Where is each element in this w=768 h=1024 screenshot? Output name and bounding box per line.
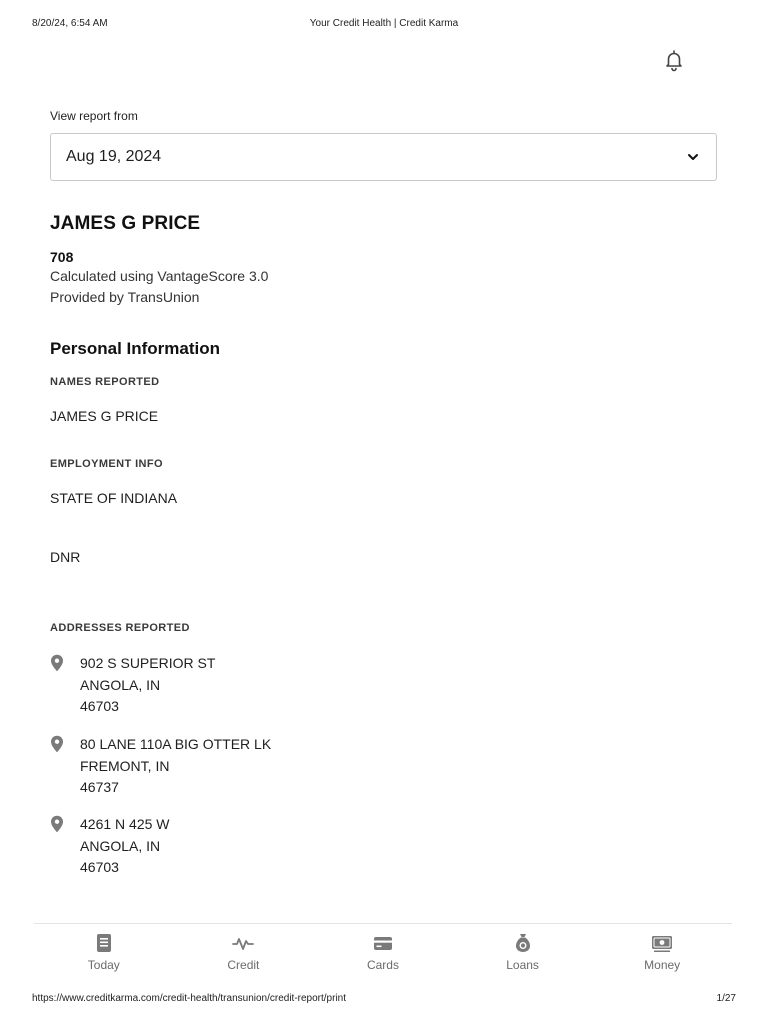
nav-label: Loans bbox=[506, 958, 539, 972]
employment-info-header: EMPLOYMENT INFO bbox=[50, 458, 163, 470]
nav-divider bbox=[34, 923, 732, 924]
cards-icon bbox=[373, 937, 392, 950]
nav-item-cards[interactable]: Cards bbox=[313, 932, 453, 982]
reported-name: JAMES G PRICE bbox=[50, 408, 159, 424]
view-report-label: View report from bbox=[50, 109, 138, 123]
notification-bell-icon[interactable] bbox=[662, 48, 686, 72]
names-reported-header: NAMES REPORTED bbox=[50, 376, 160, 388]
bottom-nav: Today Credit Cards Loans Money bbox=[34, 932, 732, 982]
location-pin-icon bbox=[51, 735, 63, 753]
address-item: 4261 N 425 W ANGOLA, IN 46703 bbox=[50, 814, 170, 879]
print-page-number: 1/27 bbox=[716, 993, 736, 1004]
address-item: 80 LANE 110A BIG OTTER LK FREMONT, IN 46… bbox=[50, 734, 271, 799]
nav-label: Credit bbox=[227, 958, 260, 972]
location-pin-icon bbox=[51, 815, 63, 833]
print-url: https://www.creditkarma.com/credit-healt… bbox=[32, 993, 347, 1004]
address-item: 902 S SUPERIOR ST ANGOLA, IN 46703 bbox=[50, 653, 215, 718]
address-zip: 46703 bbox=[80, 859, 119, 876]
address-line1: 902 S SUPERIOR ST bbox=[80, 655, 216, 671]
nav-label: Money bbox=[644, 958, 681, 972]
cash-icon bbox=[652, 936, 673, 952]
nav-label: Cards bbox=[366, 958, 399, 972]
print-page-title: Your Credit Health | Credit Karma bbox=[309, 18, 459, 29]
employer-department: DNR bbox=[50, 549, 81, 565]
credit-report-print-page: 8/20/24, 6:54 AM Your Credit Health | Cr… bbox=[0, 0, 768, 1024]
address-city-state: ANGOLA, IN bbox=[80, 837, 161, 854]
personal-info-title: Personal Information bbox=[50, 339, 221, 358]
score-provider: Provided by TransUnion bbox=[50, 289, 200, 305]
chevron-down-icon bbox=[688, 154, 698, 160]
profile-name: JAMES G PRICE bbox=[50, 213, 201, 234]
nav-item-today[interactable]: Today bbox=[34, 932, 174, 982]
report-date-select[interactable]: Aug 19, 2024 bbox=[50, 133, 717, 181]
address-city-state: ANGOLA, IN bbox=[80, 676, 161, 693]
nav-item-money[interactable]: Money bbox=[592, 932, 732, 982]
addresses-reported-header: ADDRESSES REPORTED bbox=[50, 622, 190, 634]
credit-pulse-icon bbox=[232, 938, 255, 950]
address-city-state: FREMONT, IN bbox=[80, 757, 170, 774]
employer-name: STATE OF INDIANA bbox=[50, 490, 178, 506]
address-line1: 80 LANE 110A BIG OTTER LK bbox=[80, 736, 272, 752]
today-icon bbox=[96, 934, 111, 952]
location-pin-icon bbox=[51, 654, 63, 672]
money-bag-icon bbox=[515, 934, 530, 952]
nav-item-loans[interactable]: Loans bbox=[453, 932, 593, 982]
score-model: Calculated using VantageScore 3.0 bbox=[50, 268, 269, 284]
report-date-value: Aug 19, 2024 bbox=[66, 148, 162, 165]
address-zip: 46703 bbox=[80, 698, 119, 715]
address-line1: 4261 N 425 W bbox=[80, 816, 170, 832]
nav-label: Today bbox=[87, 958, 120, 972]
nav-item-credit[interactable]: Credit bbox=[174, 932, 314, 982]
address-zip: 46737 bbox=[80, 779, 119, 796]
credit-score: 708 bbox=[50, 249, 74, 265]
